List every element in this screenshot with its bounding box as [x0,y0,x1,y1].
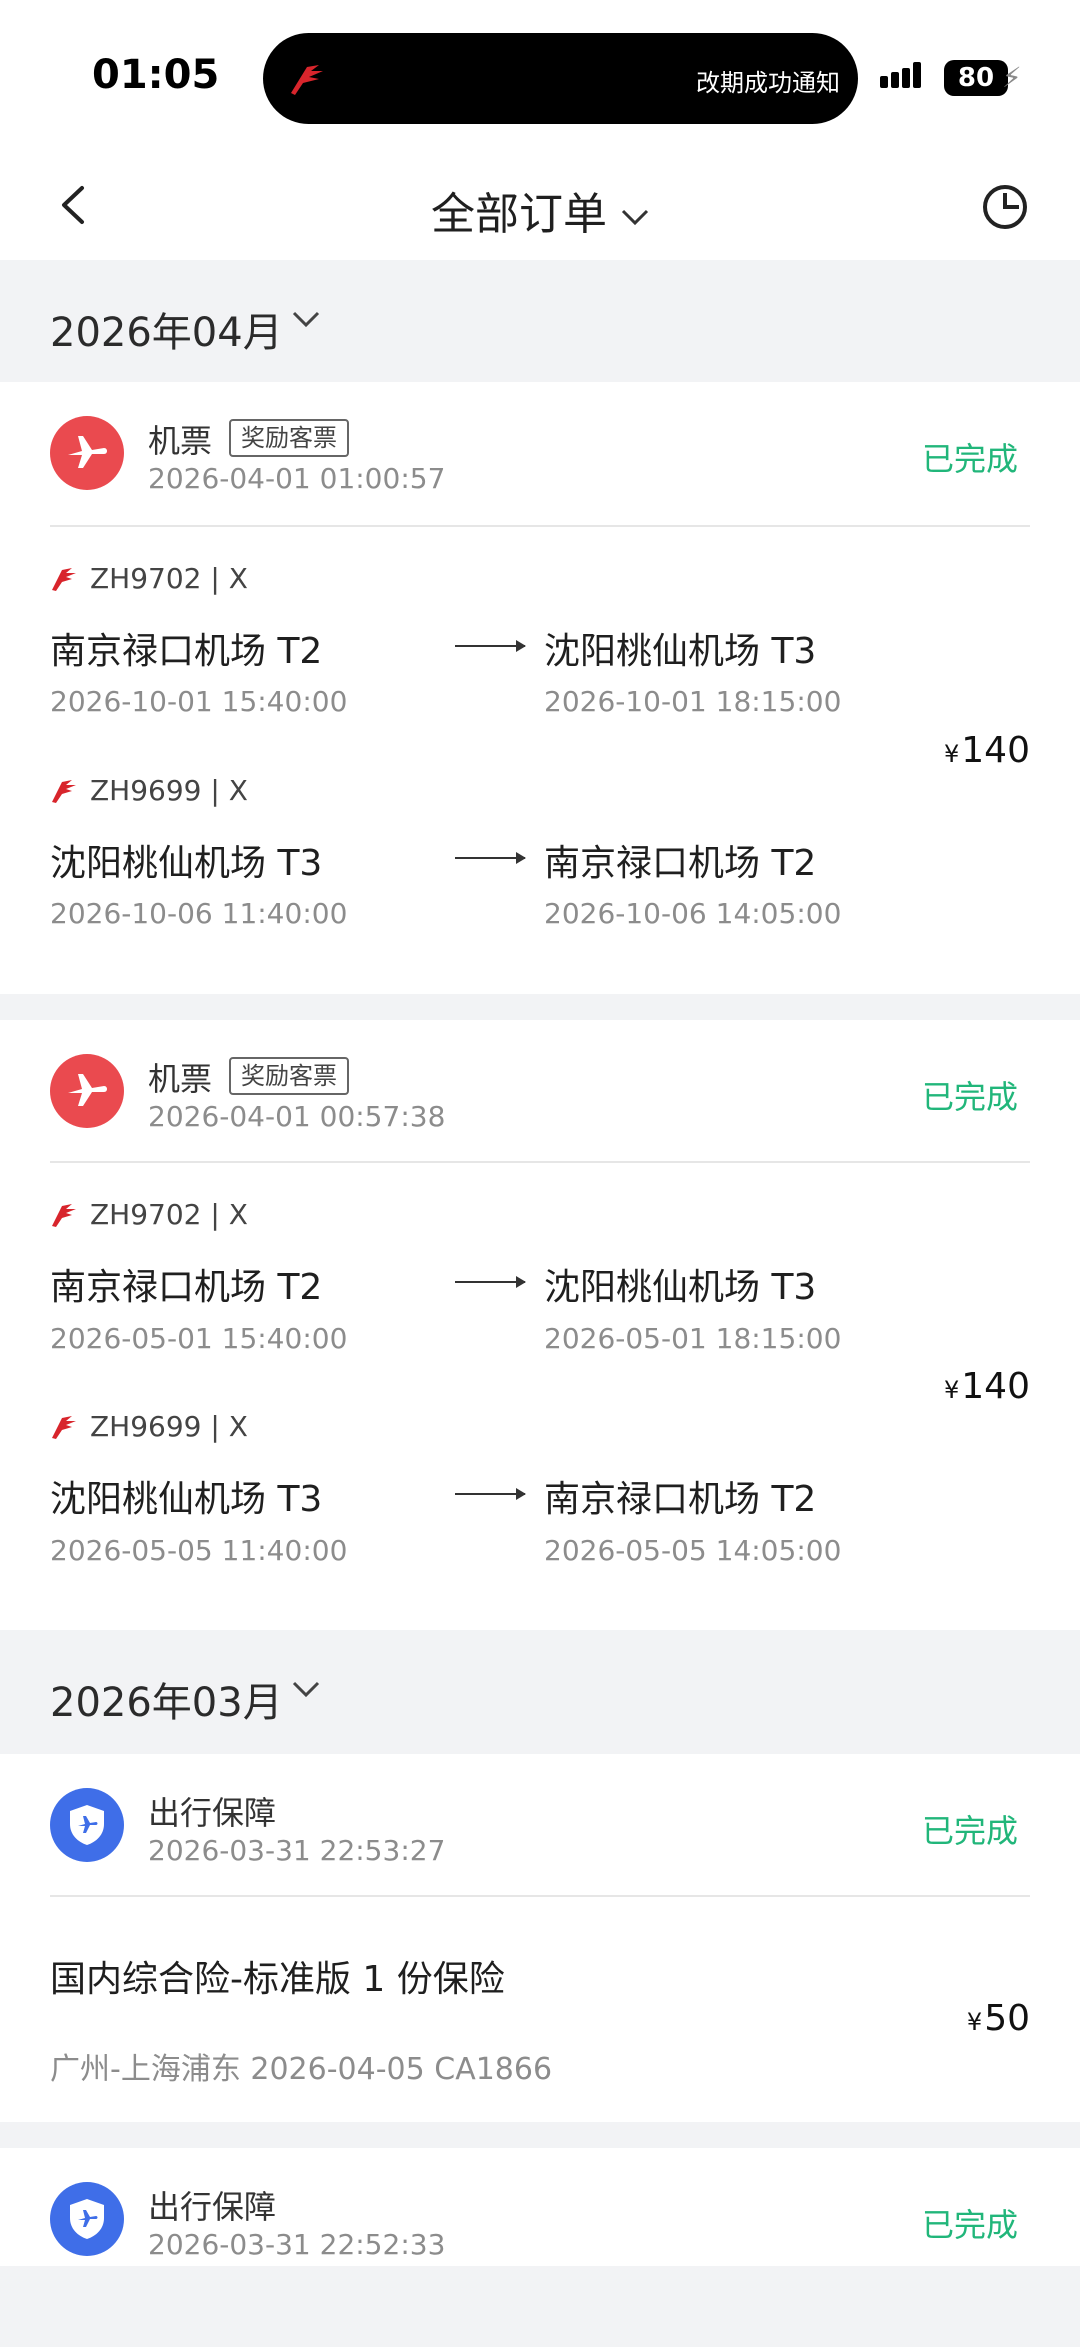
nav-bar: 全部订单 [0,160,1080,260]
order-timestamp: 2026-03-31 22:53:27 [148,1834,446,1867]
divider [50,525,1030,527]
divider [50,1161,1030,1163]
order-card[interactable]: 出行保障 2026-03-31 22:53:27 已完成 国内综合险-标准版 1… [0,1754,1080,2122]
arrival-airport: 沈阳桃仙机场 T3 [544,1267,817,1308]
departure-time: 2026-05-01 15:40:00 [50,1322,348,1355]
arrival-time: 2026-05-05 14:05:00 [544,1534,842,1567]
battery-icon: 80 [944,60,1008,96]
flight-code: ZH9699 | X [50,774,248,807]
departure-airport: 南京禄口机场 T2 [50,631,323,672]
month-label: 2026年03月 [50,1680,283,1726]
order-category: 机票 [148,1060,213,1098]
order-price: ¥140 [944,730,1030,771]
departure-airport: 沈阳桃仙机场 T3 [50,843,323,884]
departure-airport: 南京禄口机场 T2 [50,1267,323,1308]
order-category: 机票 [148,422,213,460]
order-timestamp: 2026-04-01 00:57:38 [148,1100,446,1133]
dynamic-island-notification[interactable]: 改期成功通知 [263,33,858,124]
order-timestamp: 2026-03-31 22:52:33 [148,2228,446,2261]
departure-time: 2026-10-01 15:40:00 [50,685,348,718]
page-title: 全部订单 [431,189,607,240]
guarantee-category-icon [50,1788,124,1862]
route-arrow [455,852,526,864]
arrival-airport: 南京禄口机场 T2 [544,1479,817,1520]
departure-time: 2026-05-05 11:40:00 [50,1534,348,1567]
chevron-down-icon [292,311,320,328]
month-label: 2026年04月 [50,310,283,356]
flight-category-icon [50,416,124,490]
route-arrow [455,1488,526,1500]
insurance-title: 国内综合险-标准版 1 份保险 [50,1959,505,2000]
divider [50,1895,1030,1897]
arrival-time: 2026-10-06 14:05:00 [544,897,842,930]
flight-code: ZH9699 | X [50,1410,248,1443]
guarantee-category-icon [50,2182,124,2256]
arrival-time: 2026-05-01 18:15:00 [544,1322,842,1355]
airplane-icon [68,436,107,468]
airplane-icon [68,1074,107,1106]
charging-icon: ⚡ [1002,61,1022,94]
order-card[interactable]: 出行保障 2026-03-31 22:52:33 已完成 [0,2148,1080,2266]
status-time: 01:05 [92,52,220,98]
order-price: ¥140 [944,1366,1030,1407]
chevron-down-icon [621,209,649,226]
flight-code: ZH9702 | X [50,562,248,595]
route-arrow [455,1276,526,1288]
airline-logo-icon [52,1416,76,1439]
ticket-type-badge: 奖励客票 [229,419,349,457]
order-status: 已完成 [921,1078,1018,1116]
arrival-airport: 沈阳桃仙机场 T3 [544,631,817,672]
airline-logo-icon [52,568,76,591]
arrival-time: 2026-10-01 18:15:00 [544,685,842,718]
order-status: 已完成 [921,1812,1018,1850]
order-status: 已完成 [921,2206,1018,2244]
order-category: 出行保障 [148,1794,277,1832]
signal-icon [880,62,924,92]
notification-text: 改期成功通知 [696,69,840,97]
order-timestamp: 2026-04-01 01:00:57 [148,462,446,495]
clock-icon[interactable] [980,182,1030,232]
order-filter-dropdown[interactable]: 全部订单 [0,178,1080,242]
order-category: 出行保障 [148,2188,277,2226]
flight-category-icon [50,1054,124,1128]
shield-icon [70,2199,104,2239]
airline-logo-icon [52,1204,76,1227]
departure-airport: 沈阳桃仙机场 T3 [50,1479,323,1520]
ticket-type-badge: 奖励客票 [229,1057,349,1095]
chevron-down-icon [292,1681,320,1698]
departure-time: 2026-10-06 11:40:00 [50,897,348,930]
order-card[interactable]: 机票 奖励客票 2026-04-01 01:00:57 已完成 ZH9702 |… [0,382,1080,994]
route-arrow [455,640,526,652]
shield-icon [70,1805,104,1845]
arrival-airport: 南京禄口机场 T2 [544,843,817,884]
order-price: ¥50 [966,1998,1030,2039]
month-header[interactable]: 2026年03月 [0,1632,1080,1752]
month-header[interactable]: 2026年04月 [0,262,1080,382]
status-bar: 01:05 改期成功通知 80 ⚡ [0,0,1080,160]
airline-logo-icon [52,780,76,803]
insurance-trip-info: 广州-上海浦东 2026-04-05 CA1866 [50,2052,553,2087]
order-status: 已完成 [921,440,1018,478]
flight-code: ZH9702 | X [50,1198,248,1231]
order-card[interactable]: 机票 奖励客票 2026-04-01 00:57:38 已完成 ZH9702 |… [0,1020,1080,1630]
airline-logo-icon [291,65,323,95]
